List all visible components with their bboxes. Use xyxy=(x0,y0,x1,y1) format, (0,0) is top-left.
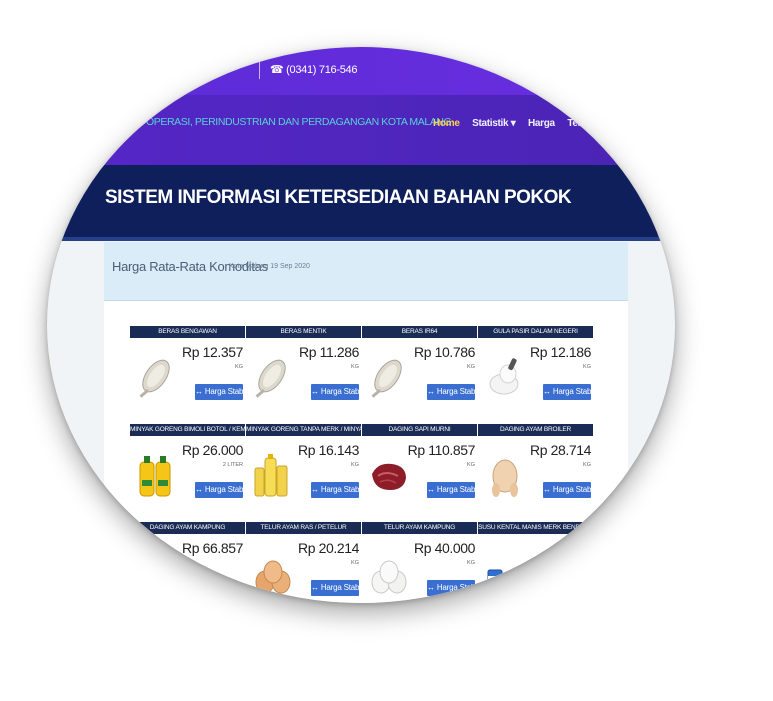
commodity-unit: KG xyxy=(583,462,591,468)
email-text: ...m xyxy=(187,63,205,75)
commodity-unit: KG xyxy=(467,462,475,468)
nav-statistik[interactable]: Statistik ▾ xyxy=(472,118,516,129)
oil-bottle-icon xyxy=(139,456,171,497)
screenshot-oval-frame: ...m ☎ (0341) 716-546 OPERASI, PERINDUST… xyxy=(47,47,675,603)
white-egg-icon xyxy=(371,560,407,594)
commodity-card: SUSU KENTAL MANIS MERK BENDERA Rp xyxy=(478,522,593,603)
commodity-name: SUSU KENTAL MANIS MERK BENDERA xyxy=(478,522,593,534)
main-navbar: OPERASI, PERINDUSTRIAN DAN PERDAGANGAN K… xyxy=(47,95,675,165)
commodity-name: BERAS BENGAWAN xyxy=(130,326,245,338)
commodity-name: BERAS MENTIK xyxy=(246,326,361,338)
hero-banner: SISTEM INFORMASI KETERSEDIAAN BAHAN POKO… xyxy=(47,165,675,241)
price-status-button[interactable]: ↔ Harga Stabil xyxy=(427,482,479,498)
commodity-unit: KG xyxy=(467,560,475,566)
nav-menu: Home Statistik ▾ Harga Team Co xyxy=(433,118,627,129)
price-status-label: Harga Stabil xyxy=(436,583,479,592)
price-status-label: Harga Stabil xyxy=(436,485,479,494)
commodity-card: DAGING SAPI MURNI Rp 110.857 KG ↔ Harga … xyxy=(362,424,479,521)
rice-scoop-icon xyxy=(371,359,402,398)
price-status-button[interactable]: ↔ Harga Stabil xyxy=(427,580,479,596)
price-status-label: Harga Stabil xyxy=(320,485,363,494)
panel-header: Harga Rata-Rata Komoditas Kota Malang 19… xyxy=(104,242,628,301)
commodity-unit: KG xyxy=(235,364,243,370)
rice-scoop-icon xyxy=(255,359,286,398)
commodity-name: TELUR AYAM KAMPUNG xyxy=(362,522,477,534)
hero-divider xyxy=(47,237,675,241)
commodity-unit: KG xyxy=(351,462,359,468)
egg-icon xyxy=(255,560,291,594)
commodity-card: BERAS BENGAWAN Rp 12.357 KG ↔ Harga Stab… xyxy=(130,326,247,423)
price-status-label: Harga Stabil xyxy=(552,485,595,494)
commodity-price: Rp 20.214 xyxy=(297,540,359,556)
commodity-card: BERAS IR64 Rp 10.786 KG ↔ Harga Stabil xyxy=(362,326,479,423)
topbar-divider xyxy=(259,59,260,79)
price-status-label: Harga Stabil xyxy=(320,387,363,396)
commodity-unit: KG xyxy=(467,364,475,370)
commodity-card: MINYAK GORENG BIMOLI BOTOL / KEMASAN Rp … xyxy=(130,424,247,521)
commodity-price: Rp 110.857 xyxy=(407,442,476,458)
price-status-button[interactable]: ↔ Harga Stabil xyxy=(195,482,247,498)
price-status-button[interactable]: ↔ Harga Stabil xyxy=(427,384,479,400)
commodity-name: TELUR AYAM RAS / PETELUR xyxy=(246,522,361,534)
oil-bottle-icon xyxy=(254,454,288,497)
commodity-card: MINYAK GORENG TANPA MERK / MINYAK CU Rp … xyxy=(246,424,363,521)
commodity-name: DAGING SAPI MURNI xyxy=(362,424,477,436)
price-status-label: Harga Stabil xyxy=(204,387,247,396)
commodity-unit: KG xyxy=(351,560,359,566)
commodity-card: TELUR AYAM RAS / PETELUR Rp 20.214 KG ↔ … xyxy=(246,522,363,603)
price-status-button[interactable]: ↔ Harga Stabil xyxy=(311,384,363,400)
price-status-label: Harga Stabil xyxy=(436,387,479,396)
price-status-label: Harga Stabil xyxy=(320,583,363,592)
commodity-price: Rp 11.286 xyxy=(299,344,359,360)
nav-contact[interactable]: Co xyxy=(604,118,617,129)
price-status-button[interactable]: ↔ Harga Stabil xyxy=(311,580,363,596)
commodity-price: Rp 12.186 xyxy=(529,344,591,360)
commodity-unit: 2 LITER xyxy=(222,462,243,468)
commodity-name: BERAS IR64 xyxy=(362,326,477,338)
commodity-card: GULA PASIR DALAM NEGERI Rp 12.186 KG ↔ H… xyxy=(478,326,595,423)
price-status-button[interactable]: ↔ Harga Stabil xyxy=(543,482,595,498)
commodity-card: DAGING AYAM BROILER Rp 28.714 KG ↔ Harga… xyxy=(478,424,595,521)
commodity-name: DAGING AYAM BROILER xyxy=(478,424,593,436)
price-status-button[interactable]: ↔ Harga Stabil xyxy=(195,384,247,400)
commodity-unit: KG xyxy=(583,364,591,370)
commodity-price: Rp 26.000 xyxy=(181,442,243,458)
phone-number: (0341) 716-546 xyxy=(286,64,358,76)
beef-icon xyxy=(372,463,406,490)
price-status-button[interactable]: ↔ Harga Stabil xyxy=(543,384,595,400)
commodity-panel: Harga Rata-Rata Komoditas Kota Malang 19… xyxy=(104,242,628,603)
price-status-button[interactable]: ↔ Harga Stabil xyxy=(311,482,363,498)
chicken-icon xyxy=(492,459,518,497)
nav-home[interactable]: Home xyxy=(433,118,460,129)
commodity-price: Rp 10.786 xyxy=(413,344,475,360)
commodity-card: DAGING AYAM KAMPUNG Rp 66.857 xyxy=(130,522,245,603)
rice-scoop-icon xyxy=(139,359,170,398)
commodity-price: Rp 12.357 xyxy=(181,344,243,360)
commodity-price: Rp 16.143 xyxy=(297,442,359,458)
commodity-name: MINYAK GORENG BIMOLI BOTOL / KEMASAN xyxy=(130,424,245,436)
top-contact-bar: ...m ☎ (0341) 716-546 xyxy=(47,47,675,95)
commodity-unit: KG xyxy=(351,364,359,370)
milk-can-icon xyxy=(487,569,503,591)
commodity-name: DAGING AYAM KAMPUNG xyxy=(130,522,245,534)
phone-text: ☎ (0341) 716-546 xyxy=(270,64,358,76)
commodity-price: Rp 66.857 xyxy=(181,540,243,556)
commodity-price: Rp 40.000 xyxy=(413,540,475,556)
commodity-name: GULA PASIR DALAM NEGERI xyxy=(478,326,593,338)
commodity-card: TELUR AYAM KAMPUNG Rp 40.000 KG ↔ Harga … xyxy=(362,522,479,603)
page-title: SISTEM INFORMASI KETERSEDIAAN BAHAN POKO… xyxy=(105,187,572,208)
site-brand[interactable]: OPERASI, PERINDUSTRIAN DAN PERDAGANGAN K… xyxy=(146,116,452,128)
price-status-label: Harga Stabil xyxy=(552,387,595,396)
commodity-price: Rp 28.714 xyxy=(529,442,591,458)
price-status-label: Harga Stabil xyxy=(204,485,247,494)
panel-subheading: Kota Malang 19 Sep 2020 xyxy=(229,263,310,270)
commodity-card: BERAS MENTIK Rp 11.286 KG ↔ Harga Stabil xyxy=(246,326,363,423)
sugar-icon xyxy=(489,358,519,395)
nav-team[interactable]: Team xyxy=(567,118,591,129)
nav-harga[interactable]: Harga xyxy=(528,118,555,129)
commodity-name: MINYAK GORENG TANPA MERK / MINYAK CU xyxy=(246,424,361,436)
commodity-price: Rp xyxy=(573,540,592,556)
